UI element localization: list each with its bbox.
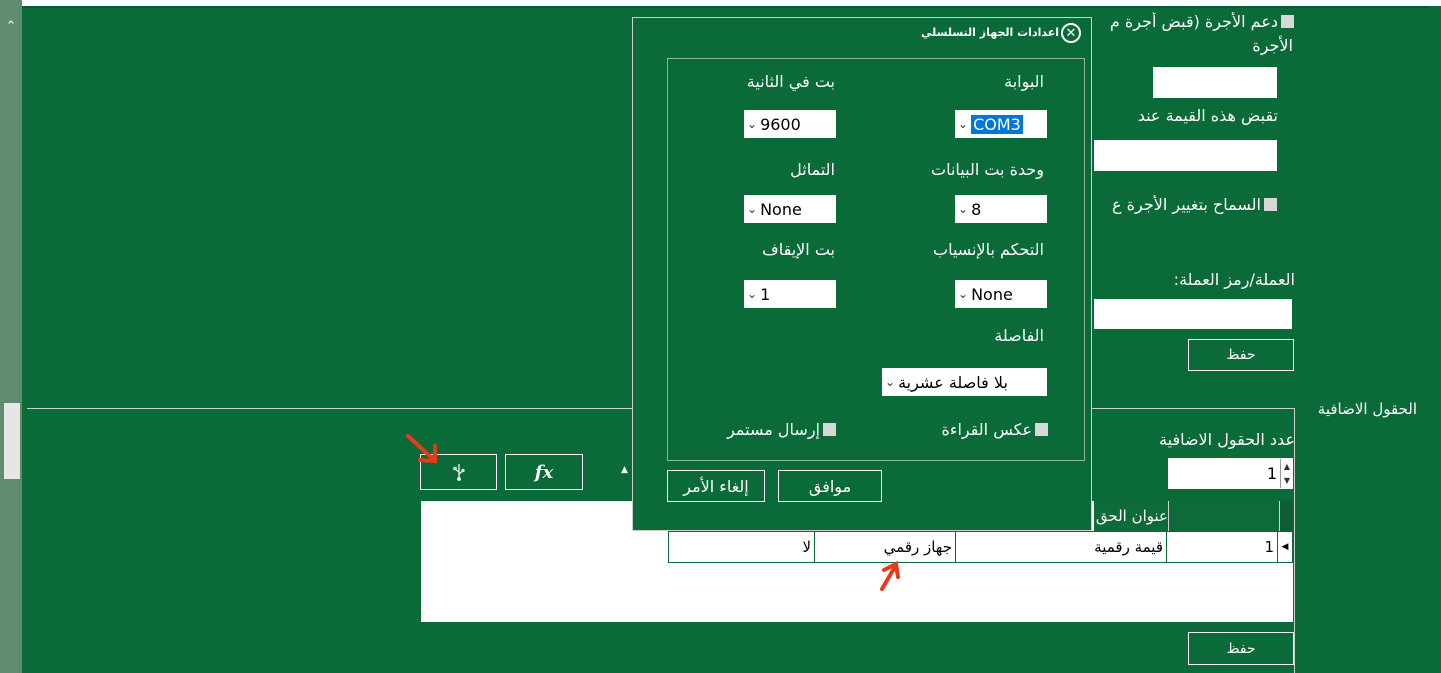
databits-dropdown[interactable]: ⌄ 8 bbox=[955, 195, 1047, 223]
chevron-down-icon: ⌄ bbox=[885, 375, 896, 389]
support-wage-label-line2: الأجرة bbox=[1252, 36, 1293, 55]
save-button-bottom[interactable]: حفظ bbox=[1188, 632, 1294, 665]
row-title: قيمة رقمية bbox=[1094, 538, 1163, 556]
annotation-arrow-usb-icon bbox=[406, 434, 437, 464]
databits-label: وحدة بت البيانات bbox=[931, 160, 1044, 179]
row-flag: لا bbox=[802, 538, 811, 556]
table-header-sep bbox=[1168, 501, 1169, 531]
dialog-close-button[interactable]: ✕ bbox=[1061, 23, 1081, 43]
continuous-send-label: إرسال مستمر bbox=[727, 420, 820, 439]
fx-icon: fx bbox=[534, 461, 554, 483]
annotation-arrow-source-icon bbox=[880, 560, 900, 591]
port-label: البوابة bbox=[1004, 72, 1044, 91]
stepper-down-icon[interactable]: ▼ bbox=[1284, 476, 1290, 485]
dialog-title: اعدادات الجهاز التسلسلي bbox=[921, 26, 1059, 39]
parity-value: None bbox=[760, 199, 802, 219]
collect-value-label: تقبض هذه القيمة عند bbox=[1137, 106, 1278, 125]
count-value: 1 bbox=[1266, 464, 1277, 483]
wage-amount-input[interactable] bbox=[1153, 67, 1277, 98]
currency-label: العملة/رمز العملة: bbox=[1173, 270, 1295, 289]
vertical-scrollbar[interactable]: ⌃ bbox=[0, 0, 22, 673]
extra-fields-count-label: عدد الحقول الاضافية bbox=[1159, 430, 1295, 449]
row-source-cell[interactable]: جهاز رقمي bbox=[815, 532, 956, 562]
serial-settings-dialog: ✕ اعدادات الجهاز التسلسلي البوابة بت في … bbox=[632, 17, 1092, 531]
currency-input[interactable] bbox=[1094, 299, 1292, 329]
flow-control-dropdown[interactable]: ⌄ None bbox=[955, 280, 1047, 308]
parity-label: التماثل bbox=[790, 160, 835, 179]
flow-value: None bbox=[971, 284, 1013, 304]
row-flag-cell[interactable]: لا bbox=[669, 532, 815, 562]
support-wage-checkbox[interactable] bbox=[1281, 15, 1294, 28]
row-selector-icon[interactable]: ◀ bbox=[1278, 532, 1292, 562]
close-icon: ✕ bbox=[1065, 25, 1077, 41]
decimal-value: بلا فاصلة عشرية bbox=[898, 372, 1008, 392]
stopbits-dropdown[interactable]: ⌄ 1 bbox=[744, 280, 836, 308]
baud-label: بت في الثانية bbox=[746, 72, 835, 91]
table-row[interactable]: ◀ 1 قيمة رقمية جهاز رقمي لا bbox=[668, 531, 1293, 563]
stepper-arrows[interactable]: ▲ ▼ bbox=[1280, 459, 1293, 488]
support-wage-row: دعم الأجرة (قبض أجرة م bbox=[1094, 12, 1294, 32]
reverse-read-checkbox[interactable] bbox=[1035, 423, 1048, 436]
extra-fields-count-stepper[interactable]: 1 ▲ ▼ bbox=[1168, 458, 1293, 489]
chevron-down-icon: ⌄ bbox=[958, 202, 969, 216]
chevron-down-icon: ⌄ bbox=[747, 117, 758, 131]
extra-fields-group-title: الحقول الاضافية bbox=[1314, 400, 1420, 418]
chevron-down-icon: ⌄ bbox=[958, 287, 969, 301]
stopbits-label: بت الإيقاف bbox=[762, 240, 835, 259]
baud-value: 9600 bbox=[760, 114, 801, 134]
row-index: 1 bbox=[1264, 538, 1274, 556]
parity-dropdown[interactable]: ⌄ None bbox=[744, 195, 836, 223]
port-value: COM3 bbox=[971, 114, 1023, 134]
formula-fx-button[interactable]: fx bbox=[505, 454, 583, 490]
chevron-down-icon: ⌄ bbox=[747, 202, 758, 216]
chevron-down-icon: ⌄ bbox=[958, 117, 969, 131]
port-dropdown[interactable]: ⌄ COM3 bbox=[955, 110, 1047, 138]
right-edge-strip bbox=[1428, 6, 1441, 673]
scrollbar-thumb[interactable] bbox=[4, 403, 20, 479]
allow-change-wage-checkbox[interactable] bbox=[1264, 198, 1277, 211]
scroll-up-arrow-icon[interactable]: ⌃ bbox=[4, 20, 18, 34]
collect-value-input[interactable] bbox=[1094, 140, 1277, 171]
decimal-dropdown[interactable]: ⌄ بلا فاصلة عشرية bbox=[882, 368, 1047, 396]
reverse-read-label: عكس القراءة bbox=[941, 420, 1032, 439]
reverse-read-row: عكس القراءة bbox=[942, 420, 1048, 439]
row-source: جهاز رقمي bbox=[883, 538, 952, 556]
table-header-rowsel bbox=[1279, 501, 1293, 531]
support-wage-label: دعم الأجرة (قبض أجرة م bbox=[1109, 12, 1278, 31]
usb-icon bbox=[452, 464, 465, 481]
small-up-arrow-icon[interactable]: ▲ bbox=[621, 466, 631, 475]
chevron-down-icon: ⌄ bbox=[747, 287, 758, 301]
continuous-send-checkbox[interactable] bbox=[823, 423, 836, 436]
row-title-cell[interactable]: قيمة رقمية bbox=[956, 532, 1167, 562]
flow-control-label: التحكم بالإنسياب bbox=[933, 240, 1044, 259]
decimal-label: الفاصلة bbox=[994, 326, 1044, 345]
row-index-cell: 1 bbox=[1167, 532, 1278, 562]
allow-change-wage-label: السماح بتغيير الأجرة ع bbox=[1111, 195, 1261, 214]
dialog-title-bar: ✕ اعدادات الجهاز التسلسلي bbox=[633, 18, 1091, 46]
table-header-title: عنوان الحق bbox=[1095, 507, 1168, 525]
stepper-up-icon[interactable]: ▲ bbox=[1284, 462, 1290, 471]
continuous-send-row: إرسال مستمر bbox=[727, 420, 836, 439]
save-button-top[interactable]: حفظ bbox=[1188, 339, 1294, 371]
cancel-button[interactable]: إلغاء الأمر bbox=[667, 470, 765, 502]
stopbits-value: 1 bbox=[760, 284, 771, 304]
baud-dropdown[interactable]: ⌄ 9600 bbox=[744, 110, 836, 138]
databits-value: 8 bbox=[971, 199, 982, 219]
top-divider bbox=[22, 6, 1441, 8]
ok-button[interactable]: موافق bbox=[778, 470, 882, 502]
allow-change-wage-row: السماح بتغيير الأجرة ع bbox=[1090, 195, 1277, 215]
